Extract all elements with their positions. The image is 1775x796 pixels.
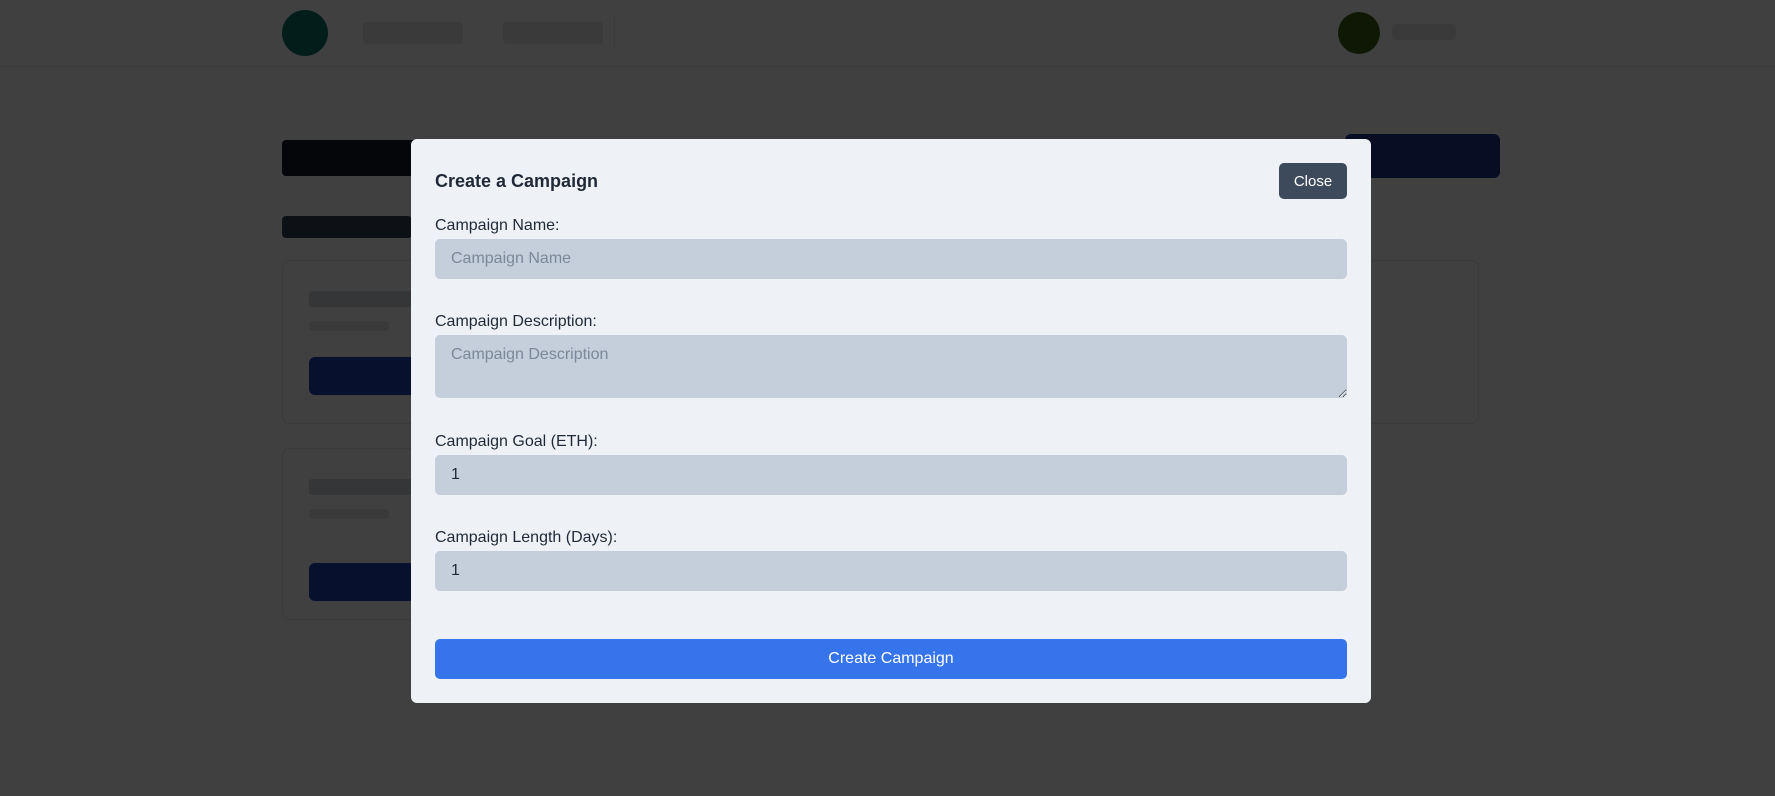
modal-title: Create a Campaign — [435, 171, 599, 191]
campaign-description-label: Campaign Description: — [435, 313, 597, 330]
campaign-goal-input[interactable] — [435, 455, 1347, 495]
campaign-name-input[interactable] — [435, 239, 1347, 279]
campaign-length-input[interactable] — [435, 551, 1347, 591]
campaign-name-label: Campaign Name: — [435, 217, 560, 234]
close-button[interactable]: Close — [1279, 163, 1347, 199]
campaign-goal-label: Campaign Goal (ETH): — [435, 433, 598, 450]
campaign-length-label: Campaign Length (Days): — [435, 529, 618, 546]
campaign-description-input[interactable] — [435, 335, 1347, 398]
create-campaign-button[interactable]: Create Campaign — [435, 639, 1347, 679]
create-campaign-modal: Create a Campaign Close Campaign Name: C… — [411, 139, 1371, 703]
